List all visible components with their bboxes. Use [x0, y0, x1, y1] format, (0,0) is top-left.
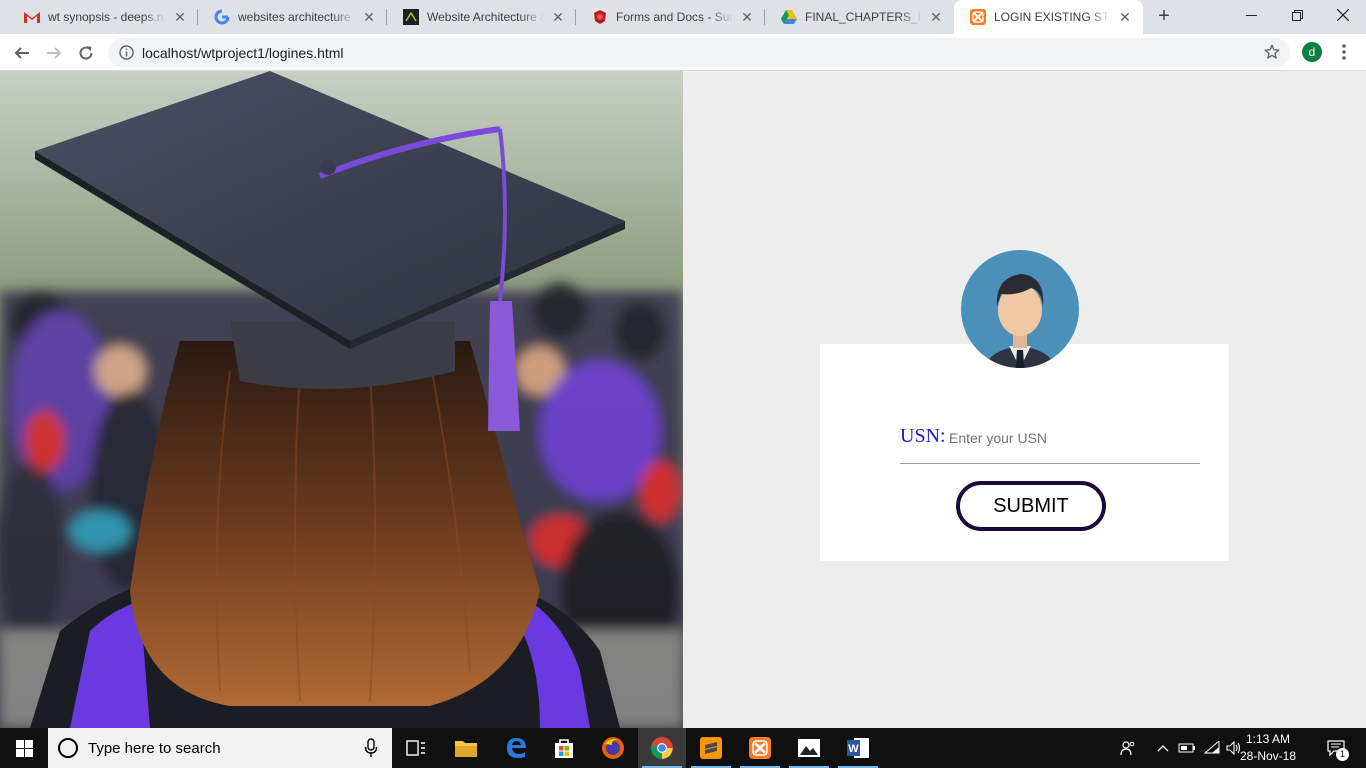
site-icon [403, 9, 419, 25]
close-tab-icon[interactable]: ✕ [172, 9, 188, 25]
browser-toolbar: localhost/wtproject1/logines.html [0, 34, 1366, 71]
start-button[interactable] [0, 728, 48, 768]
word-icon[interactable]: W [834, 728, 882, 768]
tab-title: Website Architecture & [427, 10, 544, 24]
firefox-icon[interactable] [589, 728, 637, 768]
tab-title: Forms and Docs - Suma [616, 10, 733, 24]
submit-button[interactable]: SUBMIT [956, 481, 1106, 531]
tab-title: FINAL_CHAPTERS_PAGE [805, 10, 922, 24]
search-placeholder: Type here to search [88, 740, 221, 757]
clock-time: 1:13 AM [1245, 732, 1291, 746]
bookmark-star-icon[interactable] [1263, 43, 1281, 61]
cortana-icon [58, 738, 78, 758]
profile-avatar[interactable]: d [1302, 42, 1322, 62]
address-bar[interactable]: localhost/wtproject1/logines.html [108, 38, 1290, 67]
forward-button[interactable] [40, 39, 68, 67]
tab-final-chapters[interactable]: FINAL_CHAPTERS_PAGE ✕ [765, 0, 954, 34]
close-tab-icon[interactable]: ✕ [550, 9, 566, 25]
restore-button[interactable] [1274, 0, 1320, 30]
reload-button[interactable] [72, 39, 100, 67]
gmail-icon [24, 9, 40, 25]
windows-logo-icon [15, 739, 33, 757]
usn-input[interactable] [949, 427, 1199, 449]
close-window-button[interactable] [1320, 0, 1366, 30]
battery-icon[interactable] [1176, 728, 1198, 768]
task-view-icon[interactable] [392, 728, 440, 768]
tab-website-architecture[interactable]: Website Architecture & ✕ [387, 0, 576, 34]
url-text[interactable]: localhost/wtproject1/logines.html [142, 45, 344, 61]
photos-icon[interactable] [785, 728, 833, 768]
file-explorer-icon[interactable] [442, 728, 490, 768]
tab-gmail[interactable]: wt synopsis - deeps.nag ✕ [8, 0, 198, 34]
svg-text:W: W [848, 743, 859, 755]
edge-icon[interactable] [492, 728, 540, 768]
graduate-hero-image [0, 71, 683, 728]
clock-date: 28-Nov-18 [1239, 749, 1297, 763]
windows-taskbar: Type here to search W 1:13 AM 28-Nov-18 … [0, 728, 1366, 768]
tab-strip: wt synopsis - deeps.nag ✕ websites archi… [0, 0, 1366, 34]
drive-icon [781, 9, 797, 25]
new-tab-button[interactable]: + [1152, 5, 1176, 29]
show-hidden-icons-chevron-icon[interactable] [1152, 728, 1174, 768]
close-tab-icon[interactable]: ✕ [1117, 9, 1133, 25]
system-clock[interactable]: 1:13 AM 28-Nov-18 [1236, 731, 1300, 765]
usn-label: USN: [900, 425, 946, 447]
store-icon[interactable] [540, 728, 588, 768]
user-avatar-icon [961, 250, 1079, 368]
page-body [0, 71, 1366, 728]
forms-icon [592, 9, 608, 25]
forward-arrow-icon [47, 47, 62, 59]
back-button[interactable] [8, 39, 36, 67]
minimize-button[interactable] [1228, 0, 1274, 30]
close-tab-icon[interactable]: ✕ [361, 9, 377, 25]
action-center-button[interactable]: 1 [1318, 728, 1354, 768]
notification-count-badge: 1 [1336, 748, 1349, 761]
back-arrow-icon [14, 47, 29, 59]
info-icon[interactable] [119, 45, 134, 60]
microphone-icon[interactable] [364, 738, 378, 758]
menu-dots-icon[interactable] [1336, 42, 1352, 62]
wifi-icon[interactable] [1200, 728, 1224, 768]
usn-underline [900, 463, 1200, 464]
tab-title: wt synopsis - deeps.nag [48, 10, 166, 24]
xampp-icon[interactable] [736, 728, 784, 768]
chrome-icon[interactable] [638, 728, 686, 768]
tab-forms-and-docs[interactable]: Forms and Docs - Suma ✕ [576, 0, 765, 34]
taskbar-search-box[interactable]: Type here to search [48, 728, 392, 768]
google-icon [214, 9, 230, 25]
sublime-icon[interactable] [687, 728, 735, 768]
close-tab-icon[interactable]: ✕ [928, 9, 944, 25]
tab-title: websites architecture - [238, 10, 355, 24]
close-tab-icon[interactable]: ✕ [739, 9, 755, 25]
people-icon[interactable] [1116, 728, 1140, 768]
tab-title: LOGIN EXISTING STUDE [994, 10, 1111, 24]
tab-login-existing-student[interactable]: LOGIN EXISTING STUDE ✕ [954, 0, 1143, 34]
tab-google[interactable]: websites architecture - ✕ [198, 0, 387, 34]
xampp-icon [970, 9, 986, 25]
reload-icon [79, 46, 93, 60]
